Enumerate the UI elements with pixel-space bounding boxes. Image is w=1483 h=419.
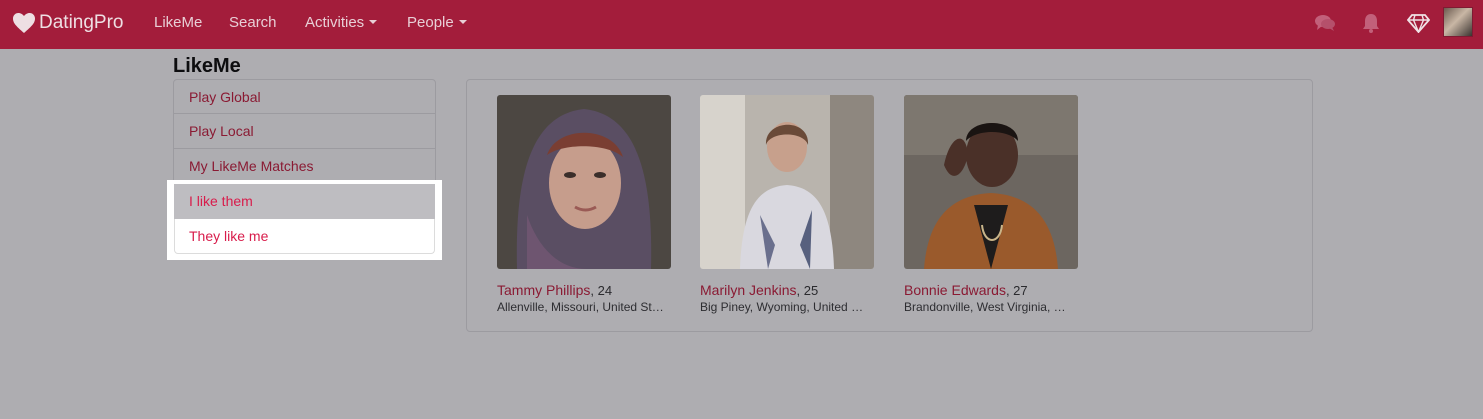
- profile-name[interactable]: Marilyn Jenkins: [700, 282, 796, 298]
- menu-item-play-global[interactable]: Play Global: [173, 79, 436, 114]
- profile-age: , 25: [796, 283, 819, 298]
- caret-down-icon: [458, 20, 467, 24]
- profile-name-line: Marilyn Jenkins, 25: [700, 282, 874, 298]
- user-avatar[interactable]: [1443, 7, 1473, 37]
- profile-location: Big Piney, Wyoming, United States: [700, 300, 870, 314]
- top-navbar: DatingPro LikeMe Search Activities Peopl…: [0, 0, 1483, 49]
- profile-photo[interactable]: [700, 95, 874, 269]
- profile-photo[interactable]: [904, 95, 1078, 269]
- profile-photo[interactable]: [497, 95, 671, 269]
- profile-card: Marilyn Jenkins, 25 Big Piney, Wyoming, …: [700, 95, 874, 314]
- chat-icon[interactable]: [1314, 13, 1336, 33]
- profile-age: , 27: [1005, 283, 1028, 298]
- caret-down-icon: [369, 20, 378, 24]
- nav-activities-label: Activities: [305, 14, 365, 31]
- side-menu: Play Global Play Local My LikeMe Matches: [173, 79, 436, 184]
- nav-likeme[interactable]: LikeMe: [154, 14, 202, 31]
- diamond-icon[interactable]: [1407, 13, 1430, 33]
- nav-people[interactable]: People: [407, 14, 467, 31]
- menu-item-my-matches[interactable]: My LikeMe Matches: [173, 149, 436, 184]
- menu-item-play-local[interactable]: Play Local: [173, 114, 436, 149]
- profile-card: Bonnie Edwards, 27 Brandonville, West Vi…: [904, 95, 1078, 314]
- menu-item-i-like-them[interactable]: I like them: [174, 184, 435, 219]
- profile-location: Brandonville, West Virginia, United Stat…: [904, 300, 1074, 314]
- profile-name-line: Bonnie Edwards, 27: [904, 282, 1078, 298]
- nav-search[interactable]: Search: [229, 14, 277, 31]
- heart-icon: [13, 13, 35, 33]
- profile-name[interactable]: Bonnie Edwards: [904, 282, 1006, 298]
- menu-item-they-like-me[interactable]: They like me: [174, 219, 435, 254]
- profile-location: Allenville, Missouri, United States: [497, 300, 667, 314]
- profile-card: Tammy Phillips, 24 Allenville, Missouri,…: [497, 95, 671, 314]
- profile-name-line: Tammy Phillips, 24: [497, 282, 671, 298]
- nav-people-label: People: [407, 14, 454, 31]
- bell-icon[interactable]: [1362, 13, 1380, 33]
- brand-logo[interactable]: DatingPro: [12, 10, 124, 36]
- nav-activities[interactable]: Activities: [305, 14, 378, 31]
- profile-name[interactable]: Tammy Phillips: [497, 282, 590, 298]
- page-title: LikeMe: [173, 55, 241, 77]
- brand-name: DatingPro: [39, 12, 124, 33]
- profile-age: , 24: [590, 283, 613, 298]
